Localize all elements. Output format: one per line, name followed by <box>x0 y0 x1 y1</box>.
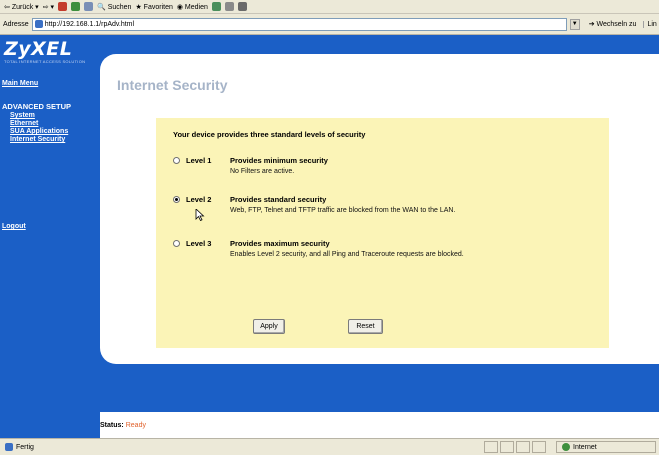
browser-status-done: Fertig <box>5 443 34 451</box>
level-3-title: Provides maximum security <box>230 239 330 248</box>
level-3-label[interactable]: Level 3 <box>186 239 230 259</box>
history-icon[interactable] <box>211 2 221 11</box>
globe-icon <box>562 443 570 451</box>
advanced-setup-links: System Ethernet SUA Applications Interne… <box>10 112 68 144</box>
sidebar-item-system[interactable]: System <box>10 112 68 120</box>
level-1-title: Provides minimum security <box>230 156 328 165</box>
forward-button[interactable]: ⇨ ▾ <box>43 3 54 11</box>
refresh-icon[interactable] <box>71 2 81 11</box>
security-intro: Your device provides three standard leve… <box>173 130 366 139</box>
level-1-radio[interactable] <box>173 157 180 164</box>
mouse-cursor-icon <box>195 209 205 221</box>
level-2-radio[interactable] <box>173 196 180 203</box>
favorites-label: Favoriten <box>143 3 173 11</box>
status-bar: Status: Ready <box>100 412 659 438</box>
print-icon[interactable] <box>237 2 247 11</box>
reset-button[interactable]: Reset <box>348 319 383 334</box>
address-label: Adresse <box>3 20 29 28</box>
level-2-title: Provides standard security <box>230 195 327 204</box>
level-2-description: Web, FTP, Telnet and TFTP traffic are bl… <box>230 207 456 214</box>
advanced-setup-heading: ADVANCED SETUP <box>2 102 72 111</box>
sidebar-item-ethernet[interactable]: Ethernet <box>10 120 68 128</box>
go-button[interactable]: ➔ Wechseln zu <box>589 20 637 28</box>
status-cell <box>516 441 530 453</box>
logo-tagline: TOTAL INTERNET ACCESS SOLUTION <box>4 59 86 64</box>
level-3-radio[interactable] <box>173 240 180 247</box>
favorites-button[interactable]: ★ Favoriten <box>135 3 172 11</box>
links-button[interactable]: Lin <box>643 20 657 28</box>
level-3-option: Level 3 Provides maximum security Enable… <box>173 239 470 259</box>
page-done-icon <box>5 443 13 451</box>
sidebar-item-internet-security[interactable]: Internet Security <box>10 136 68 144</box>
logout-link[interactable]: Logout <box>2 223 26 230</box>
content-card: Internet Security Your device provides t… <box>100 54 659 364</box>
level-1-option: Level 1 Provides minimum security No Fil… <box>173 156 470 176</box>
radio-selected-dot <box>175 198 178 201</box>
level-3-description: Enables Level 2 security, and all Ping a… <box>230 251 464 258</box>
status-cell <box>484 441 498 453</box>
page-icon <box>34 20 43 28</box>
search-label: Suchen <box>107 3 132 11</box>
status-cells <box>484 441 546 453</box>
media-button[interactable]: ◉ Medien <box>177 3 208 11</box>
stop-icon[interactable] <box>58 2 68 11</box>
apply-button[interactable]: Apply <box>253 319 285 334</box>
zone-label: Internet <box>573 443 597 451</box>
address-bar: Adresse http://192.168.1.1/rpAdv.html ▼ … <box>0 14 659 35</box>
level-2-label[interactable]: Level 2 <box>186 195 230 215</box>
level-1-label[interactable]: Level 1 <box>186 156 230 176</box>
address-url: http://192.168.1.1/rpAdv.html <box>44 20 135 28</box>
page-area: ZyXEL TOTAL INTERNET ACCESS SOLUTION Mai… <box>0 35 659 438</box>
main-menu-link[interactable]: Main Menu <box>2 80 38 87</box>
address-dropdown-icon[interactable]: ▼ <box>569 18 580 30</box>
security-zone: Internet <box>556 441 656 453</box>
mail-icon[interactable] <box>224 2 234 11</box>
page-title: Internet Security <box>117 77 228 93</box>
home-icon[interactable] <box>84 2 94 11</box>
browser-status-bar: Fertig Internet <box>0 438 659 455</box>
done-label: Fertig <box>16 443 34 451</box>
level-2-option: Level 2 Provides standard security Web, … <box>173 195 470 215</box>
status-cell <box>500 441 514 453</box>
browser-toolbar: ⇦ Zurück ▾ ⇨ ▾ 🔍 Suchen ★ Favoriten ◉ Me… <box>0 0 659 14</box>
back-button[interactable]: ⇦ Zurück ▾ <box>4 3 39 11</box>
level-1-description: No Filters are active. <box>230 168 295 175</box>
status-text: Status: Ready <box>100 422 146 429</box>
status-value: Ready <box>125 422 146 429</box>
address-input[interactable]: http://192.168.1.1/rpAdv.html <box>31 17 567 31</box>
zyxel-logo: ZyXEL <box>4 38 73 60</box>
search-button[interactable]: 🔍 Suchen <box>97 3 131 11</box>
status-label: Status: <box>100 422 124 429</box>
back-label: Zurück <box>11 3 34 11</box>
media-label: Medien <box>184 3 208 11</box>
security-panel: Your device provides three standard leve… <box>156 118 609 348</box>
status-cell <box>532 441 546 453</box>
go-label: Wechseln zu <box>596 21 637 28</box>
sidebar-item-sua-applications[interactable]: SUA Applications <box>10 128 68 136</box>
